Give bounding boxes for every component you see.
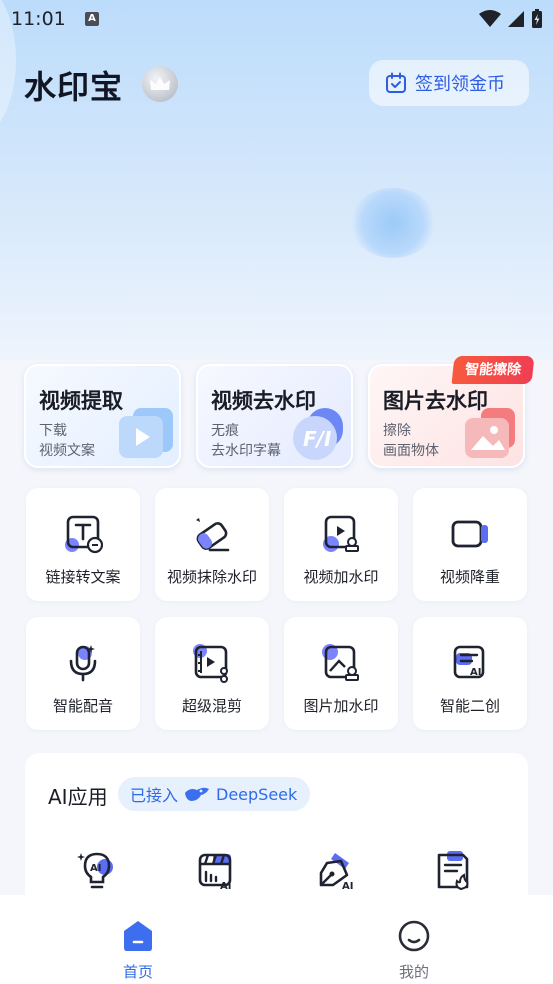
deepseek-whale-icon [185,787,210,801]
tool-label: 视频降重 [439,568,500,586]
tool-label: 智能配音 [52,697,113,715]
feature-card-video-extract[interactable]: 视频提取 下载 视频文案 [24,364,181,468]
tool-super-mix-cut[interactable]: 超级混剪 [155,617,269,730]
ai-apps-panel: AI应用 已接入 DeepSeek AI AI AI [25,753,528,913]
svg-text:AI: AI [90,863,101,874]
nav-profile[interactable]: 我的 [374,919,454,982]
ai-document-icon[interactable] [433,849,477,893]
feature-subtitle: 视频文案 [39,443,95,459]
svg-text:AI: AI [220,881,231,892]
signin-label: 签到领金币 [415,74,505,95]
play-icon [119,408,173,458]
hero-background [0,0,553,360]
eraser-icon [196,518,230,552]
tool-video-add-watermark[interactable]: 视频加水印 [284,488,398,601]
status-bar: 11:01 A [0,0,553,38]
tool-label: 视频抹除水印 [166,568,257,586]
video-stamp-icon [323,515,359,552]
deepseek-badge-prefix: 已接入 [130,786,179,805]
tool-label: 链接转文案 [45,568,121,586]
feature-subtitle: 画面物体 [383,443,439,459]
smart-erase-badge: 智能擦除 [451,356,535,384]
video-cut-icon [193,644,228,683]
tool-smart-recreate[interactable]: AI 智能二创 [413,617,527,730]
app-title: 水印宝 [24,68,124,106]
microphone-icon [69,645,97,682]
status-time: 11:01 [11,8,66,30]
tool-video-erase-watermark[interactable]: 视频抹除水印 [155,488,269,601]
svg-text:AI: AI [470,667,481,678]
nav-home[interactable]: 首页 [98,919,178,982]
feature-subtitle: 去水印字幕 [211,443,281,459]
wifi-icon [479,10,501,27]
battery-icon [532,9,542,28]
feature-subtitle: 擦除 [383,423,411,439]
ai-clapboard-icon[interactable]: AI [195,849,239,893]
ai-create-icon: AI [453,645,485,679]
tool-label: 视频加水印 [303,568,379,586]
calendar-check-icon [386,72,406,93]
hero-decoration-bubble [350,188,436,258]
deepseek-brand-label: DeepSeek [216,784,298,804]
svg-text:F/I: F/I [303,427,332,451]
ai-section-title: AI应用 [48,785,108,809]
home-icon [124,921,152,951]
profile-icon [398,920,430,952]
tool-label: 超级混剪 [181,697,242,715]
bottom-navigation: 首页 我的 [0,895,553,984]
status-icons [479,9,543,29]
deepseek-badge[interactable]: 已接入 DeepSeek [118,777,310,811]
video-camera-icon [451,520,488,548]
svg-text:AI: AI [342,881,353,892]
tool-link-to-text[interactable]: 链接转文案 [26,488,140,601]
link-text-icon [65,515,103,554]
feature-subtitle: 无痕 [211,423,239,439]
ai-pen-icon[interactable]: AI [315,849,359,893]
signal-icon [508,11,524,27]
notification-icon: A [85,12,99,26]
tool-image-add-watermark[interactable]: 图片加水印 [284,617,398,730]
tool-label: 智能二创 [439,697,500,715]
crown-icon[interactable] [142,66,178,102]
nav-profile-label: 我的 [398,963,429,981]
feature-subtitle: 下载 [39,423,67,439]
tool-video-dedup[interactable]: 视频降重 [413,488,527,601]
ai-bulb-icon[interactable]: AI [75,849,119,893]
nav-home-label: 首页 [122,963,153,981]
feature-title: 视频提取 [39,389,123,413]
watermark-icon: F/I [293,408,343,460]
signin-button[interactable]: 签到领金币 [369,60,529,106]
image-icon [465,408,515,458]
tool-smart-dubbing[interactable]: 智能配音 [26,617,140,730]
tool-label: 图片加水印 [303,697,379,715]
feature-card-video-remove-watermark[interactable]: 视频去水印 无痕 去水印字幕 F/I [196,364,353,468]
image-stamp-icon [322,644,359,681]
